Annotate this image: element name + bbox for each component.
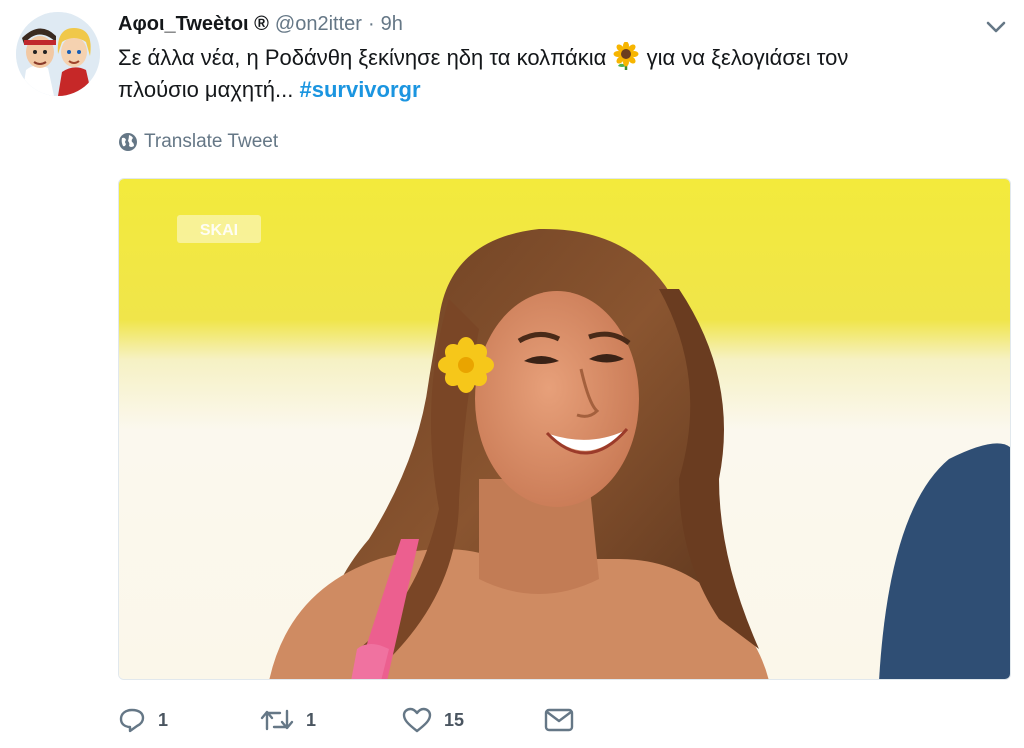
envelope-icon	[544, 708, 574, 732]
translate-label: Translate Tweet	[144, 131, 279, 152]
media-photo: SKAI	[119, 179, 1010, 679]
retweet-count: 1	[306, 709, 317, 730]
reply-icon	[119, 708, 145, 733]
display-name[interactable]: Αφοι_Tweètoι ®	[118, 13, 269, 36]
reply-button[interactable]: 1	[118, 707, 260, 733]
tweet-time[interactable]: 9h	[381, 13, 403, 36]
chevron-down-icon[interactable]	[984, 16, 1008, 38]
like-button[interactable]: 15	[402, 707, 544, 733]
user-handle[interactable]: @on2itter	[275, 13, 362, 36]
retweet-button[interactable]: 1	[260, 707, 402, 733]
channel-watermark: SKAI	[200, 222, 238, 239]
tweet-header: Αφοι_Tweètoι ® @on2itter · 9h	[118, 10, 403, 38]
tweet-actions: 1 1 15	[118, 700, 574, 740]
tweet-text-part2: για να ξελογιάσει τον	[646, 45, 849, 70]
tweet-text-part3: πλούσιο μαχητή...	[118, 77, 300, 102]
tweet-text-part1: Σε άλλα νέα, η Ροδάνθη ξεκίνησε ηδη τα κ…	[118, 45, 607, 70]
globe-icon	[119, 133, 137, 151]
sunflower-icon	[613, 42, 639, 70]
translate-tweet-button[interactable]: Translate Tweet	[118, 130, 278, 154]
hashtag-link[interactable]: #survivorgr	[299, 77, 420, 102]
avatar[interactable]	[16, 12, 100, 96]
tweet-text: Σε άλλα νέα, η Ροδάνθη ξεκίνησε ηδη τα κ…	[118, 42, 988, 106]
separator-dot: ·	[367, 12, 375, 35]
heart-icon	[402, 707, 432, 733]
direct-message-button[interactable]	[544, 708, 574, 732]
reply-count: 1	[158, 709, 169, 730]
avatar-image	[16, 12, 100, 96]
like-count: 15	[444, 709, 465, 730]
retweet-icon	[260, 709, 294, 731]
tweet-media-image[interactable]: SKAI	[118, 178, 1011, 680]
